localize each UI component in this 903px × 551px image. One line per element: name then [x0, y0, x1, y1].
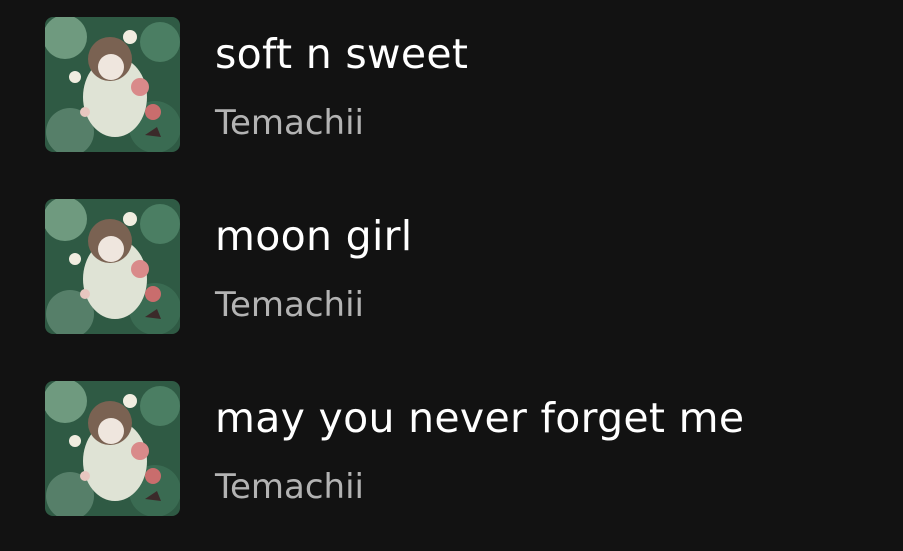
- album-cover-art-icon: [45, 381, 180, 516]
- track-artist: Temachii: [215, 467, 364, 507]
- track-list: soft n sweet Temachii moon girl Temachii…: [0, 0, 903, 551]
- track-row-may-you-never-forget-me[interactable]: may you never forget me Temachii: [0, 334, 903, 516]
- track-title: soft n sweet: [215, 30, 469, 78]
- album-cover-image: [45, 17, 180, 152]
- album-cover-art-icon: [45, 17, 180, 152]
- track-title: moon girl: [215, 212, 413, 260]
- album-cover-image: [45, 381, 180, 516]
- album-cover-art-icon: [45, 199, 180, 334]
- album-cover-image: [45, 199, 180, 334]
- track-row-soft-n-sweet[interactable]: soft n sweet Temachii: [0, 0, 903, 152]
- track-artist: Temachii: [215, 285, 364, 325]
- track-row-moon-girl[interactable]: moon girl Temachii: [0, 152, 903, 334]
- track-title: may you never forget me: [215, 394, 745, 442]
- track-artist: Temachii: [215, 103, 364, 143]
